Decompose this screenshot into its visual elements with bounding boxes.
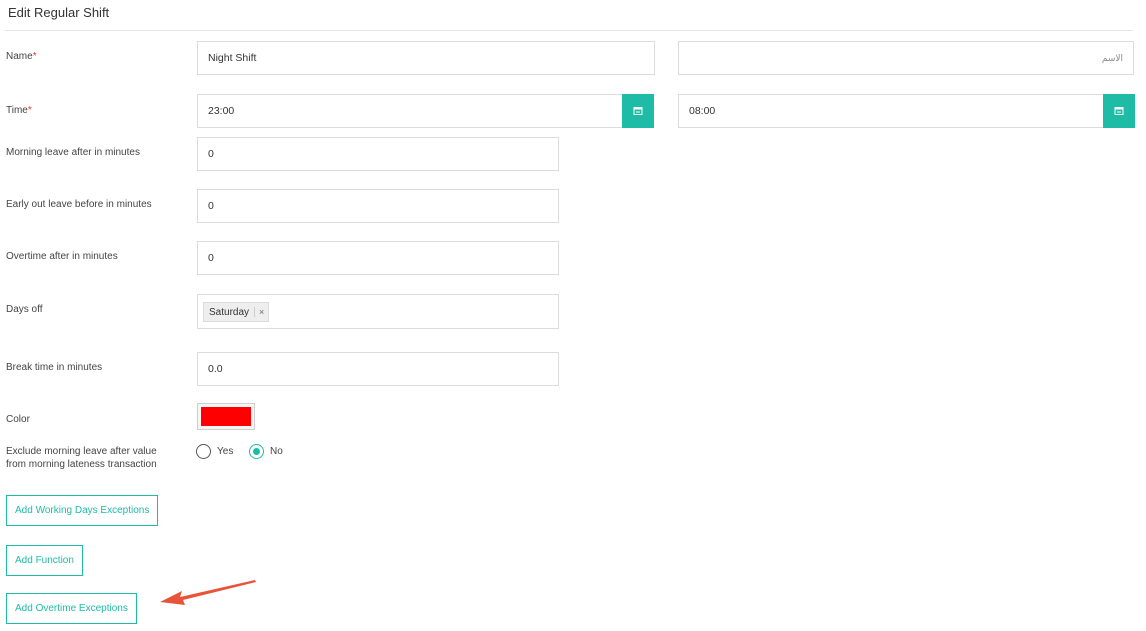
name-en-input[interactable]: Night Shift: [197, 41, 655, 75]
days-off-tag: Saturday ×: [203, 302, 270, 322]
overtime-input[interactable]: 0: [197, 241, 559, 275]
exclude-no-label: No: [270, 446, 283, 457]
name-ar-input[interactable]: الاسم: [678, 41, 1134, 75]
morning-leave-input[interactable]: 0: [197, 137, 559, 171]
start-time-picker-button[interactable]: [622, 94, 654, 128]
remove-tag-icon[interactable]: ×: [254, 307, 268, 317]
exclude-yes-radio[interactable]: [196, 444, 211, 459]
overtime-label: Overtime after in minutes: [6, 251, 118, 262]
days-off-label: Days off: [6, 304, 43, 315]
exclude-label: Exclude morning leave after value from m…: [6, 446, 157, 470]
days-off-tag-label: Saturday: [209, 306, 250, 318]
start-time-input[interactable]: 23:00: [197, 94, 623, 128]
calendar-icon: [1114, 107, 1124, 115]
break-time-label: Break time in minutes: [6, 362, 103, 373]
color-picker[interactable]: [197, 403, 255, 430]
exclude-yes-label: Yes: [217, 446, 234, 457]
early-out-label: Early out leave before in minutes: [6, 199, 152, 210]
add-function-button[interactable]: Add Function: [6, 545, 83, 576]
color-swatch: [201, 407, 251, 426]
early-out-input[interactable]: 0: [197, 189, 559, 223]
morning-leave-label: Morning leave after in minutes: [6, 147, 140, 158]
add-working-days-exceptions-button[interactable]: Add Working Days Exceptions: [6, 495, 159, 526]
page-title: Edit Regular Shift: [8, 5, 110, 20]
annotation-arrow: [160, 580, 256, 605]
break-time-input[interactable]: 0.0: [197, 352, 559, 386]
end-time-picker-button[interactable]: [1103, 94, 1135, 128]
end-time-input[interactable]: 08:00: [678, 94, 1104, 128]
calendar-icon: [633, 107, 643, 115]
time-label: Time*: [6, 105, 32, 116]
name-label: Name*: [6, 51, 37, 62]
color-label: Color: [6, 414, 30, 425]
add-overtime-exceptions-button[interactable]: Add Overtime Exceptions: [6, 593, 137, 624]
exclude-no-radio[interactable]: [249, 444, 264, 459]
title-divider: [5, 30, 1133, 31]
